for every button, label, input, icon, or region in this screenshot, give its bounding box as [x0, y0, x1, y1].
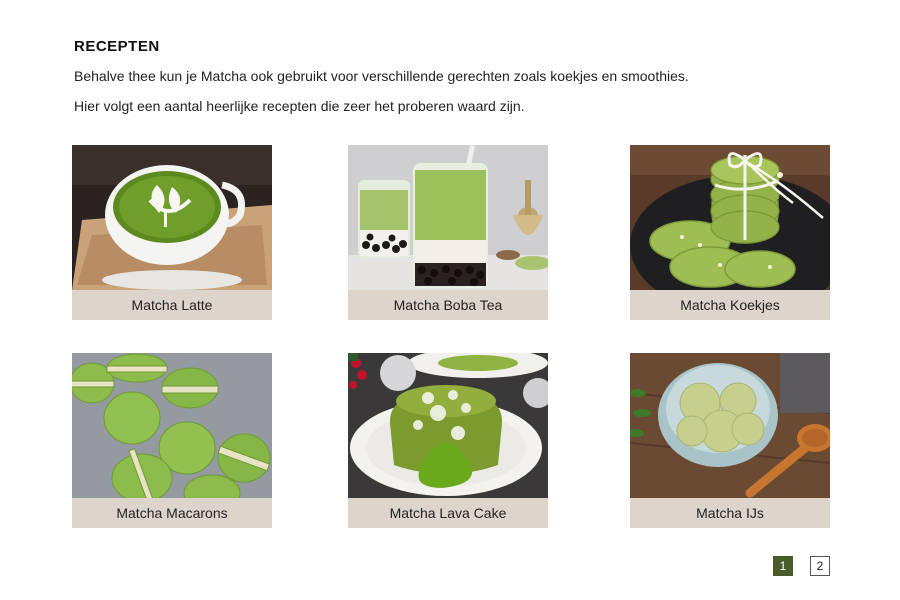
recipe-card-matcha-ijs[interactable]: Matcha IJs — [630, 353, 830, 528]
recipe-label: Matcha Latte — [72, 290, 272, 320]
pagination-page-2[interactable]: 2 — [810, 556, 830, 576]
intro-text-line-2: Hier volgt een aantal heerlijke recepten… — [74, 98, 525, 114]
intro-text-line-1: Behalve thee kun je Matcha ook gebruikt … — [74, 68, 689, 84]
recipe-card-matcha-koekjes[interactable]: Matcha Koekjes — [630, 145, 830, 320]
matcha-ijs-image — [630, 353, 830, 498]
matcha-koekjes-image — [630, 145, 830, 290]
recipe-card-matcha-lava-cake[interactable]: Matcha Lava Cake — [348, 353, 548, 528]
matcha-macarons-image — [72, 353, 272, 498]
matcha-latte-image — [72, 145, 272, 290]
matcha-boba-tea-image — [348, 145, 548, 290]
recipe-card-matcha-latte[interactable]: Matcha Latte — [72, 145, 272, 320]
recipe-label: Matcha Boba Tea — [348, 290, 548, 320]
recipe-label: Matcha Lava Cake — [348, 498, 548, 528]
page-title: RECEPTEN — [74, 38, 160, 55]
recipe-card-matcha-macarons[interactable]: Matcha Macarons — [72, 353, 272, 528]
recipe-card-matcha-boba-tea[interactable]: Matcha Boba Tea — [348, 145, 548, 320]
recipe-label: Matcha IJs — [630, 498, 830, 528]
recipe-label: Matcha Koekjes — [630, 290, 830, 320]
matcha-lava-cake-image — [348, 353, 548, 498]
recipe-label: Matcha Macarons — [72, 498, 272, 528]
pagination-page-1[interactable]: 1 — [773, 556, 793, 576]
